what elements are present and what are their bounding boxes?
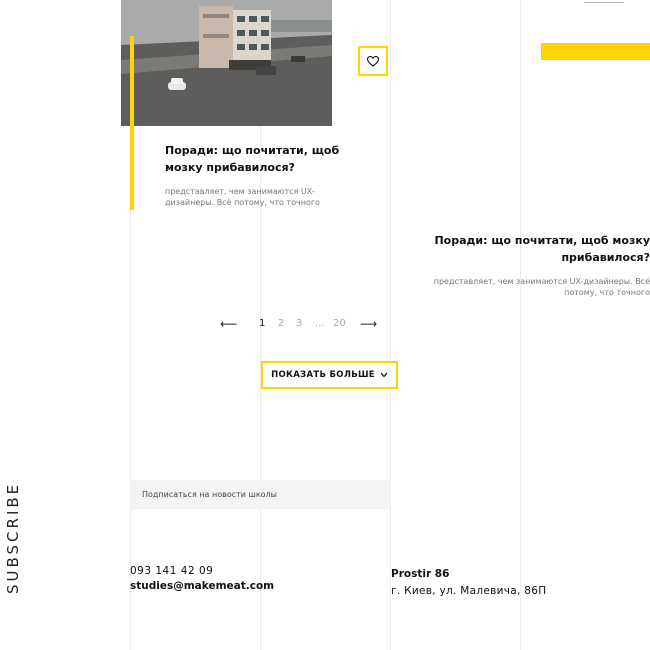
page-link[interactable]: 20: [333, 318, 346, 330]
contact-email[interactable]: studies@makemeat.com: [130, 580, 274, 592]
prev-page-arrow-icon[interactable]: ⟵: [220, 317, 237, 331]
article-title-line: прибавилося?: [561, 251, 650, 264]
grid-line: [520, 0, 521, 650]
venue-name: Prostir 86: [391, 568, 450, 580]
accent-bar: [130, 36, 134, 210]
page-link[interactable]: 3: [296, 318, 302, 330]
accent-bar: [541, 43, 650, 60]
page-link[interactable]: 1: [259, 318, 265, 330]
article-excerpt-line: представляет, чем занимаются UX-дизайнер…: [433, 277, 650, 286]
page-link[interactable]: 2: [278, 318, 284, 330]
article-excerpt: представляет, чем занимаются UX- дизайне…: [165, 186, 335, 208]
divider: [584, 0, 624, 3]
next-page-arrow-icon[interactable]: ⟶: [360, 317, 377, 331]
article-title-line: Поради: що почитати, щоб: [165, 144, 340, 157]
show-more-label: ПОКАЗАТЬ БОЛЬШЕ: [271, 370, 375, 380]
article-title[interactable]: Поради: що почитати, щоб мозку прибавило…: [165, 142, 345, 176]
chevron-down-icon: [380, 372, 388, 378]
article-excerpt: представляет, чем занимаются UX-дизайнер…: [420, 276, 650, 298]
venue-address: г. Киев, ул. Малевича, 86П: [391, 585, 547, 597]
article-photo[interactable]: [121, 0, 332, 126]
article-excerpt-line: представляет, чем занимаются UX-: [165, 187, 315, 196]
article-title[interactable]: Поради: що почитати, щоб мозку прибавило…: [420, 232, 650, 266]
article-excerpt-line: дизайнеры. Всё потому, что точного: [165, 198, 320, 207]
article-excerpt-line: потому, что точного: [564, 288, 650, 297]
show-more-button[interactable]: ПОКАЗАТЬ БОЛЬШЕ: [261, 361, 398, 389]
favorite-button[interactable]: [358, 46, 388, 76]
pagination: ⟵ 1 2 3 ... 20 ⟶: [220, 316, 395, 332]
page-ellipsis: ...: [315, 318, 325, 329]
article-title-line: Поради: що почитати, щоб мозку: [434, 234, 650, 247]
subscribe-field[interactable]: Подписаться на новости школы: [130, 480, 390, 509]
subscribe-heading: SUBSCRIBE: [4, 481, 22, 594]
heart-icon: [367, 55, 379, 67]
contact-phone[interactable]: 093 141 42 09: [130, 565, 213, 577]
article-title-line: мозку прибавилося?: [165, 161, 295, 174]
